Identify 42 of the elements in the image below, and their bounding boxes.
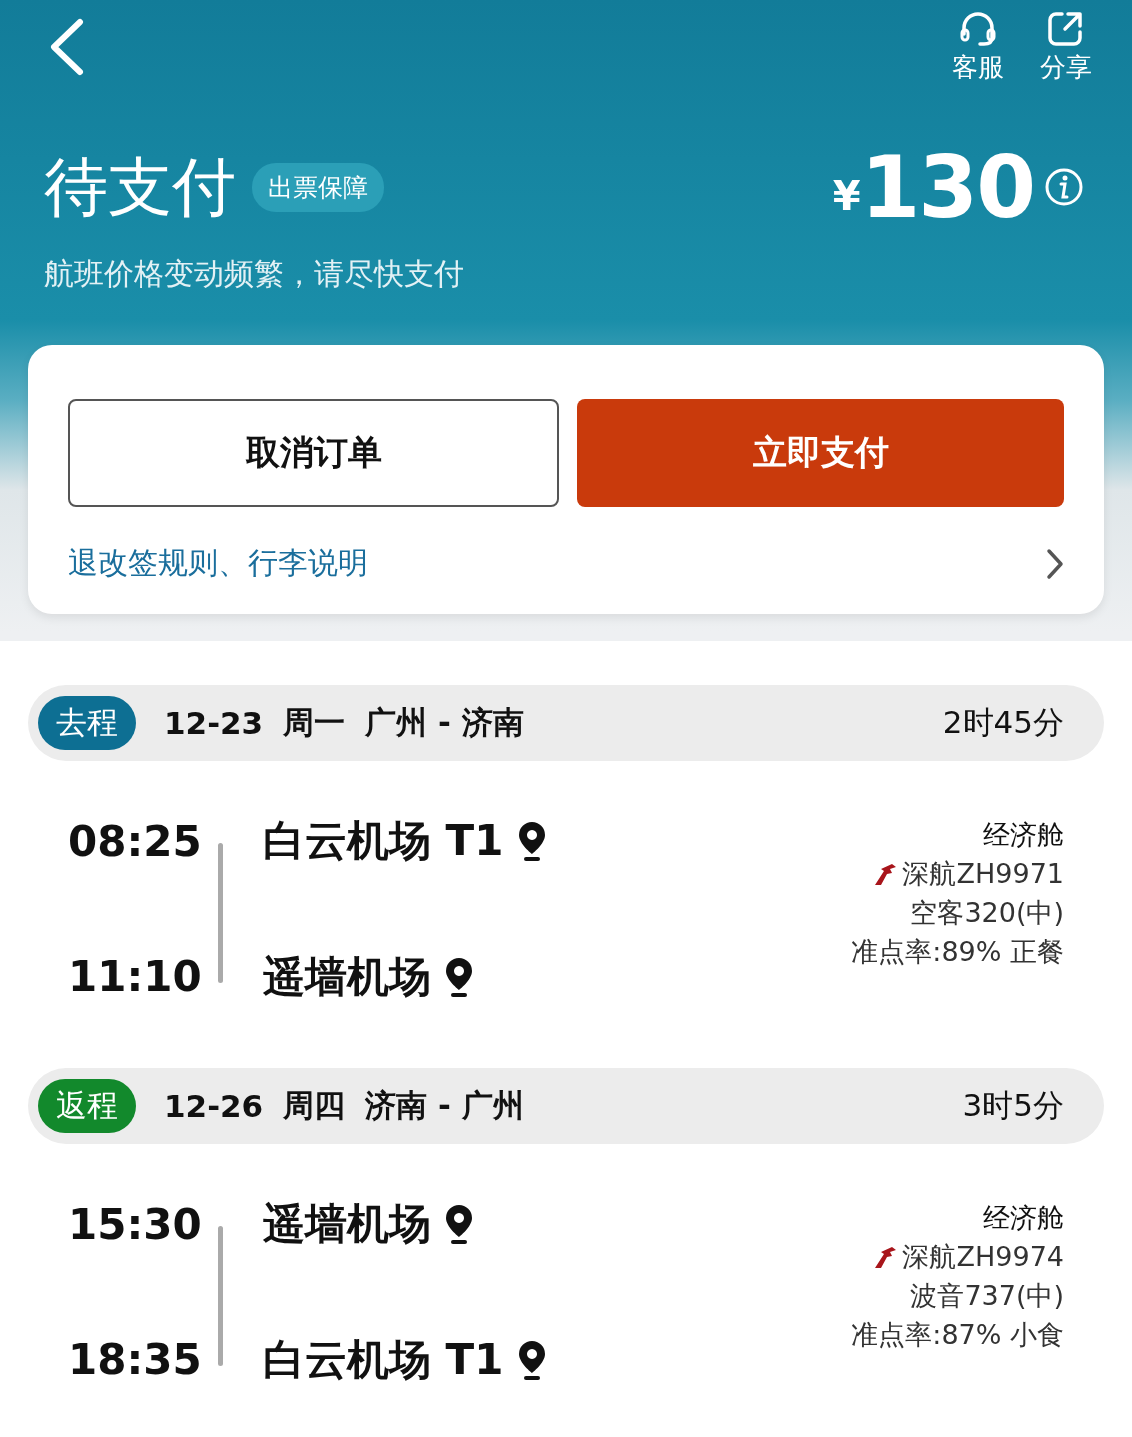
location-pin-icon[interactable]: [443, 1203, 475, 1245]
punctuality-meal: 准点率:87% 小食: [851, 1318, 1064, 1352]
header-action-button[interactable]: 分享: [1040, 10, 1092, 85]
currency-symbol: ¥: [832, 173, 861, 219]
flight-number: 深航ZH9971: [902, 857, 1064, 891]
arrival-time: 18:35: [68, 1335, 203, 1384]
leg-date: 12-23: [164, 705, 264, 741]
aircraft-type: 波音737(中): [910, 1279, 1064, 1313]
cabin-class: 经济舱: [983, 818, 1064, 852]
headset-icon: [958, 10, 998, 48]
leg-route: 广州 - 济南: [365, 703, 524, 742]
aircraft-type: 空客320(中): [910, 896, 1064, 930]
location-pin-icon[interactable]: [443, 956, 475, 998]
ticket-guarantee-badge: 出票保障: [252, 162, 384, 212]
leg-tag: 返程: [38, 1079, 136, 1133]
leg-weekday: 周四: [283, 1086, 346, 1125]
cabin-class: 经济舱: [983, 1201, 1064, 1235]
order-action-button[interactable]: 取消订单: [68, 399, 559, 507]
arrival-airport: 白云机场 T1: [263, 1334, 504, 1386]
chevron-right-icon[interactable]: [1046, 547, 1064, 580]
price-notice: 航班价格变动频繁，请尽快支付: [44, 255, 465, 293]
departure-time: 15:30: [68, 1200, 203, 1249]
flight-number: 深航ZH9974: [902, 1240, 1064, 1274]
leg-duration: 3时5分: [962, 1086, 1064, 1125]
rules-link[interactable]: 退改签规则、行李说明: [68, 543, 368, 584]
leg-weekday: 周一: [283, 703, 346, 742]
leg-route: 济南 - 广州: [365, 1086, 524, 1125]
back-icon[interactable]: [48, 18, 84, 76]
arrival-airport: 遥墙机场: [263, 951, 431, 1003]
leg-date: 12-26: [164, 1088, 264, 1124]
leg-duration: 2时45分: [942, 703, 1064, 742]
order-action-button[interactable]: 立即支付: [577, 399, 1064, 507]
info-icon[interactable]: [1044, 167, 1084, 207]
departure-time: 08:25: [68, 817, 203, 866]
order-status: 待支付: [44, 148, 236, 226]
arrival-time: 11:10: [68, 952, 203, 1001]
header-action-button[interactable]: 客服: [952, 10, 1004, 85]
leg-tag: 去程: [38, 696, 136, 750]
departure-airport: 白云机场 T1: [263, 815, 504, 867]
punctuality-meal: 准点率:89% 正餐: [851, 935, 1064, 969]
departure-airport: 遥墙机场: [263, 1198, 431, 1250]
price-amount: 130: [860, 137, 1034, 237]
